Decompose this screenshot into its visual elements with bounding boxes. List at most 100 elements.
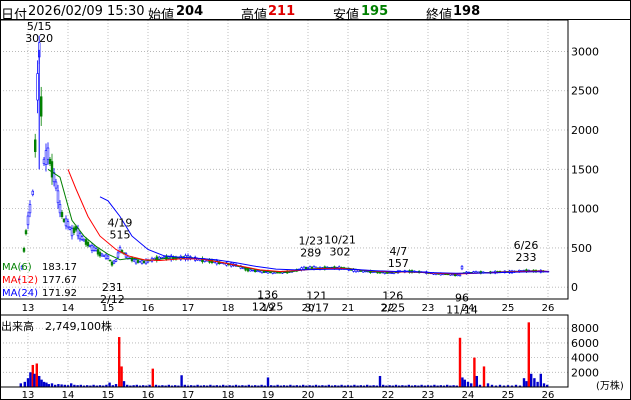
- x-tick-label: 18: [222, 303, 235, 314]
- volume-bar: [522, 378, 526, 387]
- volume-bar: [525, 381, 528, 387]
- candle-body: [86, 241, 90, 247]
- annotation-value: 289: [300, 246, 321, 259]
- candle-body: [60, 212, 64, 217]
- x-tick-label: 19: [262, 303, 275, 314]
- volume-bar: [19, 383, 22, 387]
- candle-body: [80, 236, 84, 240]
- candle-body: [278, 272, 282, 274]
- x-tick-label-volume: 25: [502, 390, 515, 400]
- outer-frame: [0, 0, 631, 400]
- volume-tick-label: 8000: [571, 322, 599, 335]
- candle-body: [70, 228, 74, 237]
- x-tick-label-volume: 16: [142, 390, 155, 400]
- x-tick-label-volume: 20: [302, 390, 315, 400]
- candle-body: [134, 259, 138, 264]
- candle-body: [132, 259, 136, 262]
- candle-body: [22, 248, 26, 252]
- candle-body: [460, 265, 464, 270]
- volume-bar: [539, 373, 542, 387]
- volume-bar: [378, 375, 382, 387]
- candle-body: [62, 218, 66, 222]
- candle-body: [92, 246, 96, 251]
- volume-bar: [530, 373, 533, 387]
- x-tick-label-volume: 18: [222, 390, 235, 400]
- volume-bar: [26, 378, 30, 387]
- candle-body: [136, 260, 140, 263]
- x-tick-label-volume: 13: [22, 390, 35, 400]
- x-tick-label: 14: [62, 303, 75, 314]
- x-tick-label: 21: [342, 303, 355, 314]
- ma24-value: 171.92: [42, 288, 77, 299]
- candle-body: [142, 261, 146, 264]
- volume-bar: [29, 372, 32, 387]
- candle-body: [100, 253, 104, 257]
- volume-unit: (万株): [596, 381, 624, 392]
- ma24-legend: MA(24) 171.92: [1, 287, 79, 300]
- candle-body: [88, 244, 92, 247]
- ma24-label: MA(24): [2, 288, 38, 299]
- candle-body: [94, 248, 98, 251]
- candle-body: [251, 269, 254, 272]
- volume-bar: [50, 383, 54, 387]
- candle-body: [66, 221, 70, 228]
- volume-bar: [118, 337, 121, 387]
- x-tick-label: 26: [542, 303, 555, 314]
- candle-body: [96, 249, 100, 255]
- volume-bar: [470, 383, 473, 387]
- candle-body: [58, 204, 62, 214]
- price-panel-frame: [0, 19, 569, 300]
- candle-body: [82, 238, 86, 242]
- candle-body: [451, 274, 454, 276]
- ma6-legend: MA(6) 183.17: [1, 261, 79, 274]
- ma6-value: 183.17: [42, 262, 77, 273]
- volume-bar: [473, 357, 476, 387]
- volume-bar: [475, 375, 478, 387]
- candle-body: [26, 215, 30, 226]
- volume-bar: [23, 381, 26, 387]
- candle-body: [264, 271, 268, 273]
- candle-body: [254, 269, 257, 273]
- volume-bar: [45, 382, 48, 387]
- volume-bar: [461, 377, 464, 387]
- candle-body: [72, 227, 76, 233]
- price-candles: [17, 35, 550, 281]
- annotation-value: 302: [330, 245, 351, 258]
- volume-bar: [466, 381, 470, 387]
- annotation-value: 157: [388, 257, 409, 270]
- candle-body: [36, 73, 39, 101]
- candle-body: [458, 274, 462, 277]
- x-tick-label-volume: 15: [102, 390, 115, 400]
- candle-body: [357, 269, 360, 272]
- candle-body: [106, 255, 110, 259]
- annotation-value: 515: [110, 229, 131, 242]
- x-tick-label-volume: 23: [422, 390, 435, 400]
- ma6-label: MA(6): [2, 262, 32, 273]
- candle-body: [68, 226, 72, 230]
- volume-bar: [458, 337, 462, 387]
- candle-body: [359, 270, 362, 272]
- volume-bar: [33, 373, 36, 387]
- volume-bar: [486, 383, 490, 387]
- candle-body: [104, 254, 108, 259]
- candle-body: [116, 252, 120, 258]
- y-tick-label: 3000: [571, 45, 599, 58]
- volume-tick-label: 2000: [571, 366, 599, 379]
- candle-body: [456, 274, 459, 276]
- y-tick-label: 2500: [571, 85, 599, 98]
- volume-bar: [536, 381, 539, 387]
- stock-chart-widget: 日付 2026/02/09 15:30 始値 204 高値 211 安値 195…: [0, 0, 631, 400]
- x-tick-label: 20: [302, 303, 315, 314]
- x-tick-label: 23: [422, 303, 435, 314]
- volume-bar: [40, 379, 43, 387]
- y-tick-label: 500: [571, 242, 592, 255]
- candle-body: [24, 230, 28, 235]
- volume-bar: [180, 375, 183, 387]
- chart-frame: [0, 0, 631, 400]
- ma12-label: MA(12): [2, 275, 38, 286]
- candle-body: [54, 181, 58, 189]
- volume-bar: [266, 377, 270, 387]
- volume-tick-label: 6000: [571, 337, 599, 350]
- volume-bar: [533, 378, 536, 387]
- x-tick-label: 25: [502, 303, 515, 314]
